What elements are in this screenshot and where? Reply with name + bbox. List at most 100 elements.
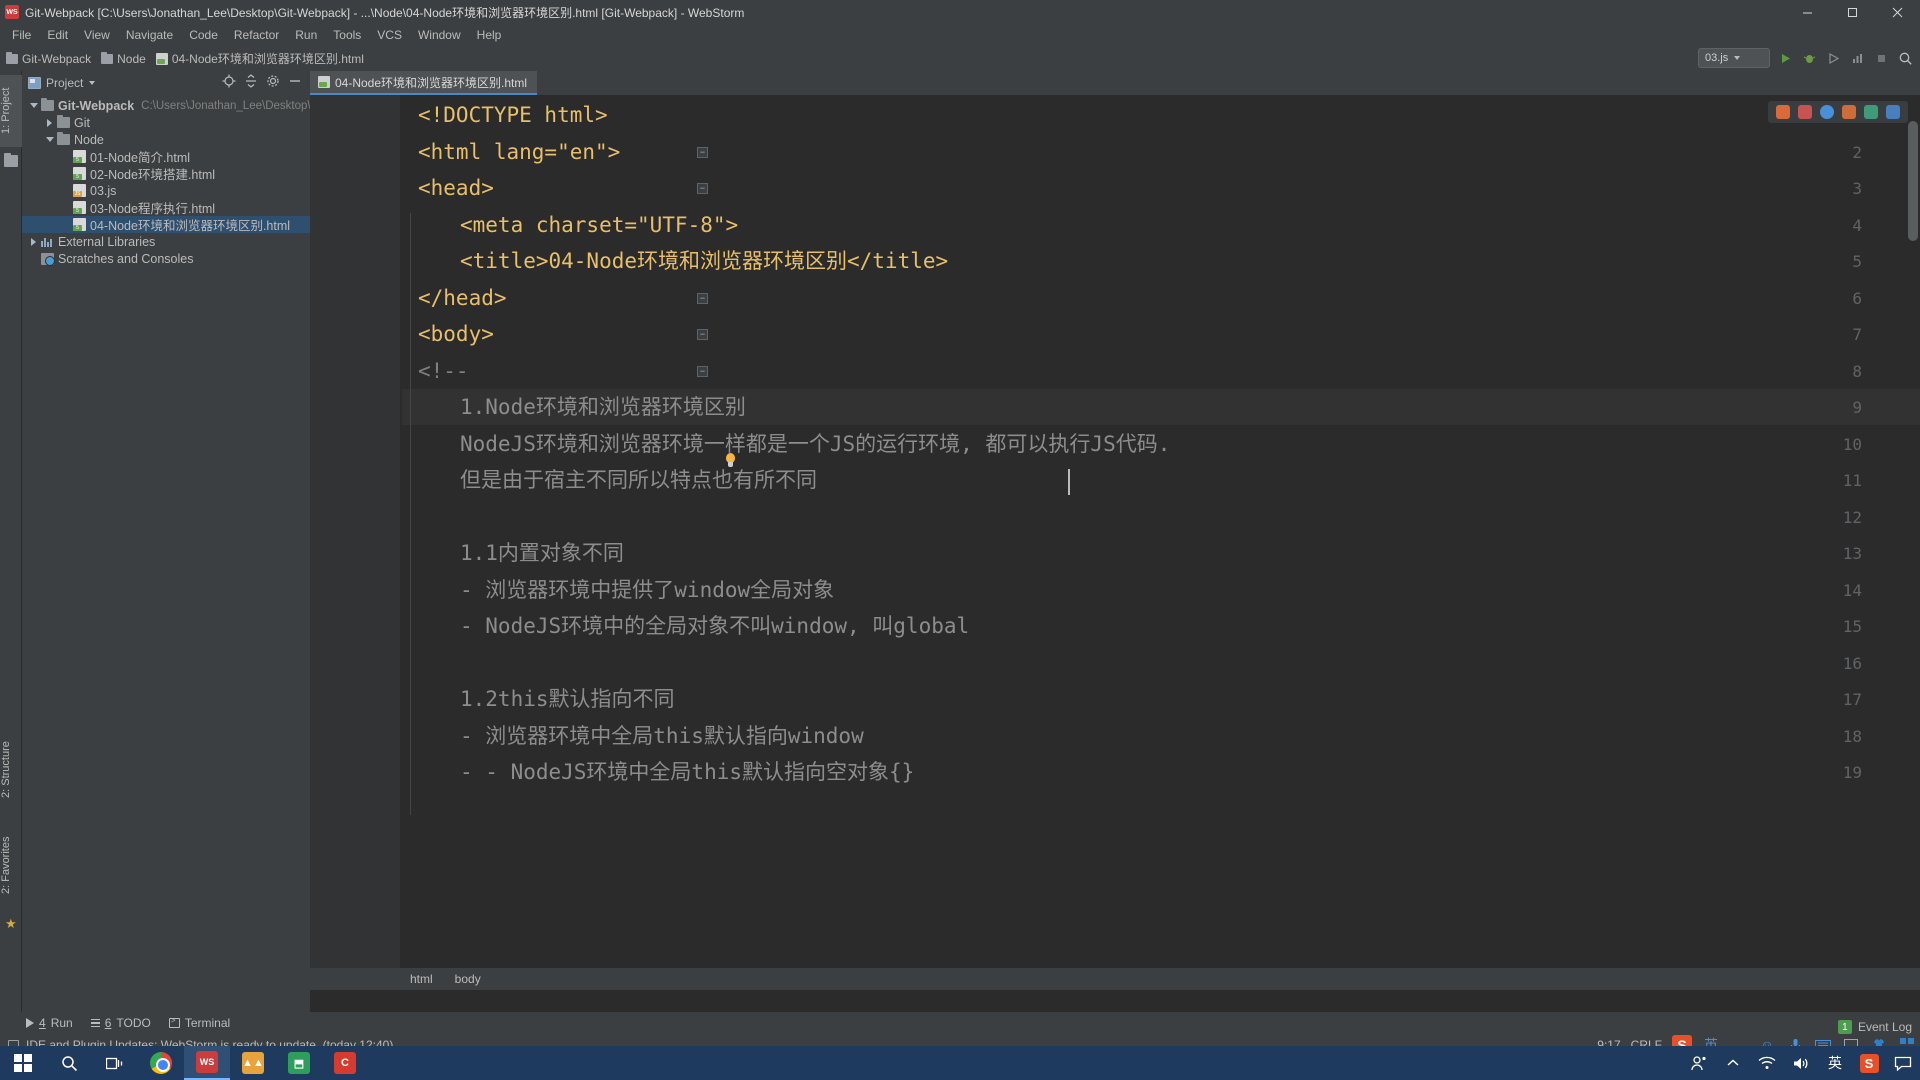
code-line[interactable]: <meta charset="UTF-8">: [460, 207, 738, 244]
code-line[interactable]: <body>: [418, 316, 494, 353]
lightbulb-icon[interactable]: [724, 453, 737, 469]
chevron-down-icon[interactable]: [89, 81, 96, 85]
code-line[interactable]: <!DOCTYPE html>: [418, 97, 608, 134]
chevron-down-icon[interactable]: [28, 100, 39, 111]
tool-window-terminal[interactable]: Terminal: [168, 1016, 230, 1030]
close-icon[interactable]: [1875, 0, 1920, 24]
error-marker-icon[interactable]: [1798, 105, 1812, 119]
breadcrumb-item-project[interactable]: Git-Webpack: [6, 51, 91, 66]
run-configuration-selector[interactable]: 03.js: [1698, 48, 1770, 68]
taskbar-app-explorer[interactable]: ⬒: [276, 1046, 322, 1080]
tree-item-selected[interactable]: 5 04-Node环境和浏览器环境区别.html: [22, 216, 310, 233]
code-line[interactable]: 1.2this默认指向不同: [460, 681, 675, 718]
hide-icon[interactable]: [288, 74, 302, 93]
tree-item[interactable]: Scratches and Consoles: [22, 250, 310, 267]
chevron-up-icon[interactable]: [1716, 1046, 1750, 1080]
tool-window-todo[interactable]: 6 TODO: [90, 1016, 151, 1030]
code-line[interactable]: - - NodeJS环境中全局this默认指向空对象{}: [460, 754, 914, 791]
code-line[interactable]: <head>: [418, 170, 494, 207]
code-line[interactable]: 1.Node环境和浏览器环境区别: [460, 389, 746, 426]
breadcrumb-body[interactable]: body: [455, 972, 481, 986]
search-icon[interactable]: [1896, 49, 1914, 67]
editor-scrollbar[interactable]: [1908, 121, 1918, 241]
start-button[interactable]: [0, 1046, 46, 1080]
code-line[interactable]: <!--: [418, 353, 469, 390]
taskbar-app-camtasia[interactable]: C: [322, 1046, 368, 1080]
breadcrumb-item-file[interactable]: 04-Node环境和浏览器环境区别.html: [155, 50, 364, 67]
code-line[interactable]: <html lang="en">: [418, 134, 620, 171]
code-line[interactable]: NodeJS环境和浏览器环境一样都是一个JS的运行环境, 都可以执行JS代码.: [460, 426, 1170, 463]
gear-icon[interactable]: [266, 74, 280, 93]
tree-item[interactable]: Git: [22, 114, 310, 131]
tool-window-run[interactable]: 4 Run: [26, 1016, 73, 1030]
code-line[interactable]: - 浏览器环境中提供了window全局对象: [460, 572, 834, 609]
chrome-icon: [150, 1052, 172, 1074]
photos-icon: ▲▲: [242, 1052, 264, 1074]
wifi-icon[interactable]: [1750, 1046, 1784, 1080]
tree-item[interactable]: 5 03-Node程序执行.html: [22, 199, 310, 216]
sidebar-item-project[interactable]: 1: Project: [0, 75, 22, 147]
menu-item-file[interactable]: File: [4, 26, 39, 44]
sogou-icon[interactable]: S: [1852, 1046, 1886, 1080]
people-icon[interactable]: [1682, 1046, 1716, 1080]
code-line[interactable]: </head>: [418, 280, 507, 317]
coverage-icon[interactable]: [1824, 49, 1842, 67]
breadcrumb-html[interactable]: html: [410, 972, 433, 986]
stop-icon[interactable]: [1872, 49, 1890, 67]
ime-icon[interactable]: 英: [1818, 1046, 1852, 1080]
code-line[interactable]: <title>04-Node环境和浏览器环境区别</title>: [460, 243, 948, 280]
tree-item[interactable]: 5 02-Node环境搭建.html: [22, 165, 310, 182]
taskbar-app-photos[interactable]: ▲▲: [230, 1046, 276, 1080]
tree-item[interactable]: Git-Webpack C:\Users\Jonathan_Lee\Desktop…: [22, 97, 310, 114]
menu-item-help[interactable]: Help: [469, 26, 510, 44]
collapse-all-icon[interactable]: [244, 73, 258, 93]
inspection-eye-icon[interactable]: [1820, 105, 1834, 119]
typo-marker-icon[interactable]: [1842, 105, 1856, 119]
menu-item-window[interactable]: Window: [410, 26, 469, 44]
editor-tab[interactable]: 04-Node环境和浏览器环境区别.html: [310, 71, 538, 95]
tree-item[interactable]: 5 01-Node简介.html: [22, 148, 310, 165]
code-line[interactable]: 1.1内置对象不同: [460, 535, 624, 572]
sidebar-item-favorites[interactable]: 2: Favorites: [0, 821, 22, 909]
minimize-icon[interactable]: [1785, 0, 1830, 24]
debug-icon[interactable]: [1800, 49, 1818, 67]
menu-item-view[interactable]: View: [76, 26, 118, 44]
breadcrumb-item-node[interactable]: Node: [101, 51, 146, 66]
chevron-down-icon[interactable]: [44, 134, 55, 145]
notification-icon[interactable]: [1886, 1046, 1920, 1080]
menu-item-vcs[interactable]: VCS: [369, 26, 410, 44]
chevron-right-icon[interactable]: [28, 236, 39, 247]
menu-item-navigate[interactable]: Navigate: [118, 26, 181, 44]
tree-item[interactable]: External Libraries: [22, 233, 310, 250]
tree-item[interactable]: JS 03.js: [22, 182, 310, 199]
code-line[interactable]: 但是由于宿主不同所以特点也有所不同: [460, 462, 817, 499]
tree-item[interactable]: Node: [22, 131, 310, 148]
browser-preview-icon[interactable]: [1886, 105, 1900, 119]
event-count-badge: 1: [1837, 1020, 1852, 1034]
profile-icon[interactable]: [1848, 49, 1866, 67]
code-text[interactable]: <!DOCTYPE html> <html lang="en"> <head> <me…: [402, 95, 1920, 990]
maximize-icon[interactable]: [1830, 0, 1875, 24]
taskbar-app-chrome[interactable]: [138, 1046, 184, 1080]
locate-icon[interactable]: [222, 74, 236, 93]
task-view-button[interactable]: [92, 1046, 138, 1080]
menu-item-edit[interactable]: Edit: [39, 26, 76, 44]
sidebar-item-structure[interactable]: 2: Structure: [0, 726, 22, 814]
inspection-widget[interactable]: [1768, 101, 1908, 123]
taskbar-search-button[interactable]: [46, 1046, 92, 1080]
code-line[interactable]: - 浏览器环境中全局this默认指向window: [460, 718, 864, 755]
volume-icon[interactable]: [1784, 1046, 1818, 1080]
code-line[interactable]: - NodeJS环境中的全局对象不叫window, 叫global: [460, 608, 969, 645]
taskbar-app-webstorm[interactable]: WS: [184, 1046, 230, 1080]
run-icon[interactable]: [1776, 49, 1794, 67]
code-editor[interactable]: 12345678910111213141516171819 −−−−− <!DO…: [310, 95, 1920, 990]
menu-item-tools[interactable]: Tools: [325, 26, 369, 44]
menu-item-code[interactable]: Code: [181, 26, 226, 44]
menu-item-refactor[interactable]: Refactor: [226, 26, 287, 44]
validate-icon[interactable]: [1864, 105, 1878, 119]
warning-marker-icon[interactable]: [1776, 105, 1790, 119]
event-log-widget[interactable]: 1 Event Log: [1837, 1020, 1912, 1034]
menu-item-run[interactable]: Run: [287, 26, 325, 44]
code-text-span: <head>: [418, 176, 494, 200]
chevron-right-icon[interactable]: [44, 117, 55, 128]
